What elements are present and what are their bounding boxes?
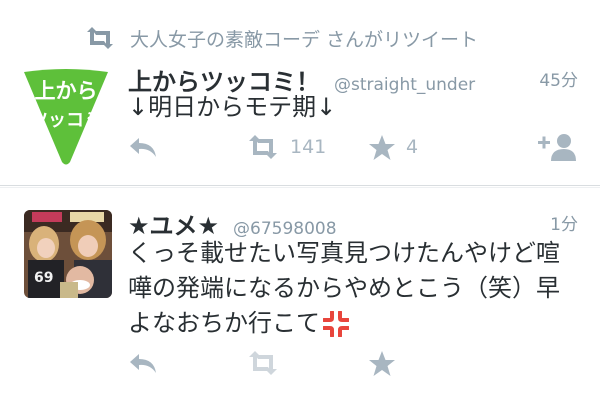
reply-icon (130, 354, 156, 373)
favorite-button[interactable] (368, 348, 396, 378)
tweet-text: ↓明日からモテ期↓ (128, 93, 337, 121)
timestamp[interactable]: 1分 (550, 210, 578, 235)
retweet-count: 141 (290, 136, 327, 158)
tweet-text-line: くっそ載せたい写真見つけたんやけど喧 (128, 239, 560, 267)
favorite-button[interactable]: 4 (368, 132, 418, 162)
retweet-icon (249, 351, 277, 375)
divider (0, 185, 600, 186)
tweet[interactable]: 大人女子の素敵コーデ さんがリツイート 上から ツッコミ 上からツッコミ！ @s… (0, 0, 600, 186)
user-handle[interactable]: @67598008 (233, 219, 337, 239)
avatar[interactable]: 上から ツッコミ (22, 68, 110, 166)
avatar-text-bottom: ツッコミ (30, 110, 102, 131)
retweet-context: 大人女子の素敵コーデ さんがリツイート (84, 24, 478, 52)
avatar[interactable]: 69 (24, 210, 112, 298)
star-icon (369, 134, 395, 160)
avatar-text-top: 上から (35, 79, 98, 103)
star-icon (369, 350, 395, 376)
svg-text:69: 69 (34, 270, 53, 286)
divider (0, 187, 600, 188)
tweet-actions (128, 348, 578, 378)
retweeted-by-label: 大人女子の素敵コーデ さんがリツイート (130, 28, 479, 51)
tweet-actions: 141 4 (128, 132, 578, 162)
tweet-header: ★ユメ★ @67598008 (128, 206, 337, 241)
retweet-icon (87, 27, 113, 49)
reply-button[interactable] (128, 132, 158, 162)
tweet-text-line: 嘩の発端になるからやめとこう（笑）早 (128, 274, 560, 302)
retweet-icon (249, 135, 277, 159)
follow-icon (538, 134, 576, 161)
tweet-text-line: よなおちか行こて (128, 309, 320, 337)
follow-button[interactable] (538, 132, 576, 162)
display-name[interactable]: ★ユメ★ (128, 206, 219, 241)
retweet-button[interactable] (246, 348, 280, 378)
reply-button[interactable] (128, 348, 158, 378)
reply-icon (130, 138, 156, 157)
timestamp[interactable]: 45分 (539, 66, 578, 91)
retweet-button[interactable]: 141 (246, 132, 326, 162)
favorite-count: 4 (406, 136, 419, 158)
tweet-text: くっそ載せたい写真見つけたんやけど喧 嘩の発端になるからやめとこう（笑）早 よな… (128, 236, 576, 341)
anger-emoji (322, 309, 350, 338)
